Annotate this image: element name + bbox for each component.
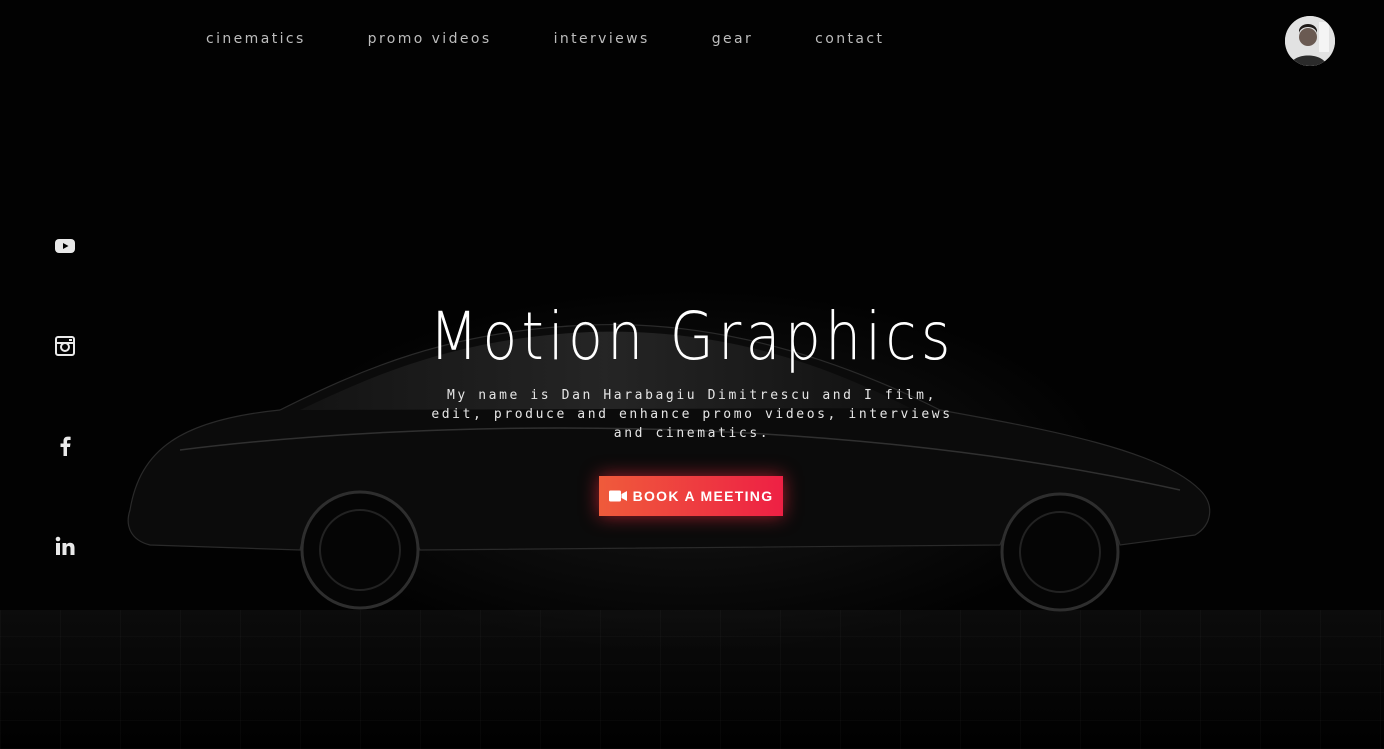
profile-photo <box>1285 16 1335 66</box>
nav-item-contact[interactable]: contact <box>815 31 884 47</box>
nav-item-promo-videos[interactable]: promo videos <box>368 31 492 47</box>
nav-item-interviews[interactable]: interviews <box>554 31 650 47</box>
hero-title: Motion Graphics <box>429 298 955 375</box>
avatar[interactable] <box>1285 16 1335 66</box>
book-meeting-label: BOOK A MEETING <box>632 488 774 504</box>
book-meeting-button[interactable]: BOOK A MEETING <box>599 476 783 516</box>
linkedin-icon[interactable] <box>55 536 75 556</box>
hero-content: Motion Graphics My name is Dan Harabagiu… <box>0 296 1384 443</box>
hero-description: My name is Dan Harabagiu Dimitrescu and … <box>431 388 953 441</box>
nav-item-gear[interactable]: gear <box>712 31 753 47</box>
nav-item-cinematics[interactable]: cinematics <box>206 31 306 47</box>
main-nav: cinematics promo videos interviews gear … <box>206 31 946 47</box>
hero-section: cinematics promo videos interviews gear … <box>0 0 1384 749</box>
video-camera-icon <box>608 490 627 502</box>
youtube-icon[interactable] <box>55 236 75 256</box>
